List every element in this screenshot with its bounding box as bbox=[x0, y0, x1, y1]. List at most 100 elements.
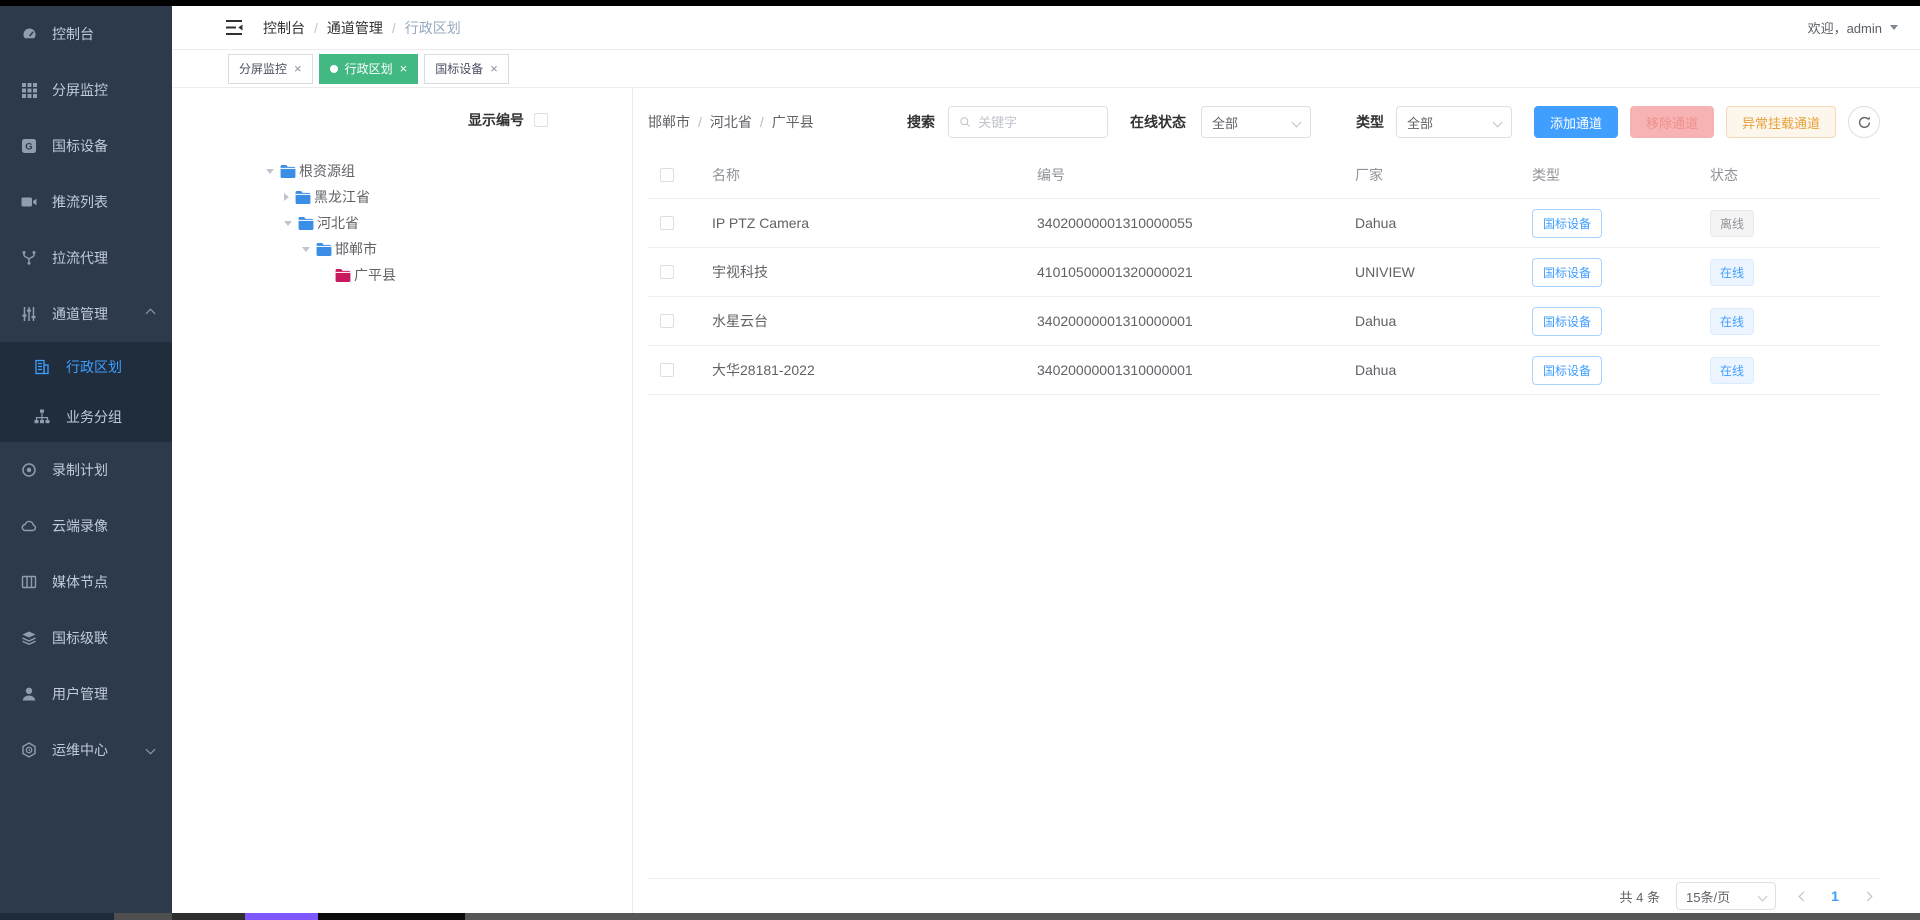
media-node-icon bbox=[20, 574, 38, 591]
dashboard-icon bbox=[20, 26, 38, 43]
region-crumb-separator: / bbox=[698, 114, 702, 130]
sidebar-item-label: 媒体节点 bbox=[52, 572, 108, 592]
tree-node-heilongjiang[interactable]: 黑龙江省 bbox=[266, 184, 632, 210]
folder-icon bbox=[316, 243, 332, 256]
sidebar-item-label: 通道管理 bbox=[52, 304, 108, 324]
sidebar-item-record-plan[interactable]: 录制计划 bbox=[0, 442, 172, 498]
caret-down-icon[interactable] bbox=[284, 221, 292, 226]
caret-right-icon[interactable] bbox=[284, 193, 289, 201]
sidebar-item-media-node[interactable]: 媒体节点 bbox=[0, 554, 172, 610]
total-count: 共 4 条 bbox=[1620, 887, 1660, 906]
cell-name: IP PTZ Camera bbox=[712, 215, 1037, 231]
sidebar-item-channel-mgmt[interactable]: 通道管理 bbox=[0, 286, 172, 342]
refresh-button[interactable] bbox=[1848, 106, 1880, 138]
search-input[interactable] bbox=[978, 115, 1097, 130]
tab-gb-device[interactable]: 国标设备 × bbox=[424, 54, 509, 84]
tab-admin-division-active[interactable]: 行政区划 × bbox=[319, 54, 419, 84]
tab-close-icon[interactable]: × bbox=[490, 62, 498, 75]
online-status-select[interactable]: 全部 bbox=[1201, 106, 1311, 138]
online-status-label: 在线状态 bbox=[1130, 106, 1186, 138]
next-page-button[interactable] bbox=[1854, 883, 1880, 909]
sidebar-item-label: 云端录像 bbox=[52, 516, 108, 536]
sidebar-item-biz-group[interactable]: 业务分组 bbox=[0, 392, 172, 442]
sidebar-item-label: 控制台 bbox=[52, 24, 94, 44]
tree-node-handan[interactable]: 邯郸市 bbox=[266, 236, 632, 262]
tree-node-label: 广平县 bbox=[354, 265, 396, 285]
cell-vendor: Dahua bbox=[1355, 362, 1532, 378]
channel-list-panel: 邯郸市 / 河北省 / 广平县 搜索 在线状态 全部 类型 全部 添加通道 移除… bbox=[633, 88, 1920, 913]
sidebar-item-pull-proxy[interactable]: 拉流代理 bbox=[0, 230, 172, 286]
sidebar-item-split-screen[interactable]: 分屏监控 bbox=[0, 62, 172, 118]
cell-name: 水星云台 bbox=[712, 311, 1037, 331]
sidebar-item-label: 分屏监控 bbox=[52, 80, 108, 100]
region-crumb[interactable]: 广平县 bbox=[772, 112, 814, 132]
sidebar-item-console[interactable]: 控制台 bbox=[0, 6, 172, 62]
cell-vendor: Dahua bbox=[1355, 215, 1532, 231]
tab-close-icon[interactable]: × bbox=[400, 62, 408, 75]
type-tag-button[interactable]: 国标设备 bbox=[1532, 209, 1602, 238]
sidebar-item-gb-device[interactable]: G 国标设备 bbox=[0, 118, 172, 174]
table-row: 水星云台 34020000001310000001 Dahua 国标设备 在线 bbox=[648, 297, 1880, 346]
tab-close-icon[interactable]: × bbox=[294, 62, 302, 75]
tree-node-guangping-selected[interactable]: 广平县 bbox=[266, 262, 632, 288]
tree-node-root[interactable]: 根资源组 bbox=[266, 158, 632, 184]
sidebar-item-ops-center[interactable]: 运维中心 bbox=[0, 722, 172, 778]
current-page[interactable]: 1 bbox=[1822, 888, 1848, 904]
region-crumb[interactable]: 河北省 bbox=[710, 112, 752, 132]
refresh-icon bbox=[1857, 115, 1872, 130]
pull-proxy-icon bbox=[20, 250, 38, 267]
breadcrumb-item-channel-mgmt[interactable]: 通道管理 bbox=[327, 18, 383, 38]
channel-sliders-icon bbox=[20, 306, 38, 323]
caret-down-icon bbox=[1890, 25, 1898, 30]
sidebar-item-cloud-record[interactable]: 云端录像 bbox=[0, 498, 172, 554]
column-header-code: 编号 bbox=[1037, 165, 1355, 185]
breadcrumb-item-console[interactable]: 控制台 bbox=[263, 18, 305, 38]
type-tag-button[interactable]: 国标设备 bbox=[1532, 356, 1602, 385]
sidebar-item-label: 国标设备 bbox=[52, 136, 108, 156]
page-size-select[interactable]: 15条/页 bbox=[1676, 882, 1776, 910]
tree-node-label: 黑龙江省 bbox=[314, 187, 370, 207]
prev-page-button[interactable] bbox=[1790, 883, 1816, 909]
sidebar-item-user-mgmt[interactable]: 用户管理 bbox=[0, 666, 172, 722]
action-buttons: 添加通道 移除通道 异常挂载通道 bbox=[1534, 106, 1880, 138]
region-crumb[interactable]: 邯郸市 bbox=[648, 112, 690, 132]
column-header-status: 状态 bbox=[1710, 165, 1880, 185]
tree-node-hebei[interactable]: 河北省 bbox=[266, 210, 632, 236]
user-menu[interactable]: 欢迎，admin bbox=[1808, 18, 1898, 37]
select-all-checkbox[interactable] bbox=[660, 168, 674, 182]
chevron-down-icon bbox=[1758, 891, 1768, 901]
sidebar-item-label: 业务分组 bbox=[66, 407, 122, 427]
row-checkbox[interactable] bbox=[660, 314, 674, 328]
search-icon bbox=[959, 115, 971, 129]
abnormal-mount-button[interactable]: 异常挂载通道 bbox=[1726, 106, 1836, 138]
online-status-value: 全部 bbox=[1212, 113, 1238, 132]
row-checkbox[interactable] bbox=[660, 265, 674, 279]
sitemap-icon bbox=[34, 409, 50, 425]
caret-down-icon[interactable] bbox=[266, 169, 274, 174]
sidebar-item-gb-cascade[interactable]: 国标级联 bbox=[0, 610, 172, 666]
channel-mgmt-submenu: 行政区划 业务分组 bbox=[0, 342, 172, 442]
page-size-value: 15条/页 bbox=[1686, 887, 1730, 906]
type-select[interactable]: 全部 bbox=[1396, 106, 1512, 138]
welcome-text: 欢迎，admin bbox=[1808, 18, 1882, 37]
row-checkbox[interactable] bbox=[660, 363, 674, 377]
channel-table: 名称 编号 厂家 类型 状态 IP PTZ Camera 34020000001… bbox=[648, 152, 1880, 395]
sidebar-item-label: 拉流代理 bbox=[52, 248, 108, 268]
type-tag-button[interactable]: 国标设备 bbox=[1532, 307, 1602, 336]
cell-vendor: UNIVIEW bbox=[1355, 264, 1532, 280]
sidebar-item-push-stream[interactable]: 推流列表 bbox=[0, 174, 172, 230]
remove-channel-button[interactable]: 移除通道 bbox=[1630, 106, 1714, 138]
show-number-checkbox[interactable] bbox=[534, 113, 548, 127]
chevron-left-icon bbox=[1798, 891, 1808, 901]
type-tag-button[interactable]: 国标设备 bbox=[1532, 258, 1602, 287]
sidebar-item-admin-division[interactable]: 行政区划 bbox=[0, 342, 172, 392]
row-checkbox[interactable] bbox=[660, 216, 674, 230]
svg-text:G: G bbox=[25, 142, 32, 153]
sidebar-toggle-hamburger-icon[interactable] bbox=[226, 20, 243, 35]
folder-icon bbox=[280, 165, 296, 178]
tab-split-screen[interactable]: 分屏监控 × bbox=[228, 54, 313, 84]
caret-down-icon[interactable] bbox=[302, 247, 310, 252]
add-channel-button[interactable]: 添加通道 bbox=[1534, 106, 1618, 138]
sidebar-item-label: 运维中心 bbox=[52, 740, 108, 760]
tree-node-label: 根资源组 bbox=[299, 161, 355, 181]
